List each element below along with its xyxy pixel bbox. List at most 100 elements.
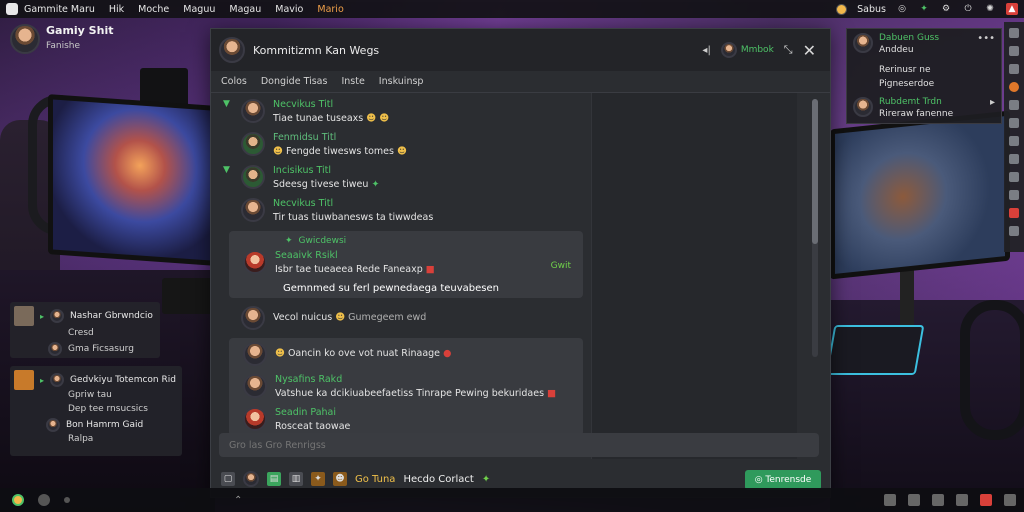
message-list[interactable]: ▼ Necvikus Titl Tiae tunae tuseaxs ☻ ☻ F… [217, 95, 589, 457]
tray-icon[interactable] [1004, 494, 1016, 506]
list-item[interactable]: Dabuen Guss Anddeu ••• [847, 29, 1001, 59]
gif-icon[interactable]: ▥ [289, 472, 303, 486]
window-icon[interactable] [1009, 28, 1019, 38]
menu-item-6[interactable]: Mavio [275, 4, 303, 15]
chevron-up-icon[interactable]: ⌃ [234, 495, 242, 506]
settings-icon[interactable]: ⚙ [940, 3, 952, 15]
right-chat-panel[interactable]: Dabuen Guss Anddeu ••• Rerinusr ne Pigne… [846, 28, 1002, 124]
image-icon[interactable]: ▤ [267, 472, 281, 486]
reaction-icon: ✦ [285, 236, 293, 246]
avatar [48, 342, 62, 356]
card-name: Nashar Gbrwndcio [70, 311, 153, 321]
avatar [241, 165, 265, 189]
tab-3[interactable]: Inste [341, 76, 364, 87]
list-item[interactable]: Rubdemt Trdn Rireraw fanenne ▸ [847, 93, 1001, 123]
list-item[interactable]: Seadin Pahai Rosceat taowae [229, 403, 583, 436]
side-reaction[interactable]: Gwit [551, 261, 571, 271]
notification-icon[interactable]: ▲ [1006, 3, 1018, 15]
menu-item-1[interactable]: Gammite Maru [24, 4, 95, 15]
close-icon[interactable]: ✕ [803, 41, 816, 60]
floating-chat-card-2[interactable]: ▸ Gedvkiyu Totemcon Rid Gpriw tau Dep te… [10, 366, 182, 456]
menu-item-7[interactable]: Mario [317, 4, 343, 15]
scrollbar-thumb[interactable] [812, 99, 818, 244]
user-profile[interactable]: Gamiy Shit Fanishe [10, 24, 113, 54]
chat-icon[interactable]: ◎ [896, 3, 908, 15]
list-item[interactable]: Necvikus Titl Tir tuas tiuwbanesws ta ti… [217, 194, 589, 227]
headset-right [960, 300, 1024, 440]
layers-icon[interactable] [1009, 100, 1019, 110]
tag-icon[interactable] [1009, 190, 1019, 200]
gear-icon[interactable]: ✺ [984, 3, 996, 15]
folder-icon[interactable] [1009, 172, 1019, 182]
attach-icon[interactable]: ▢ [221, 472, 235, 486]
tray-alert-icon[interactable] [980, 494, 992, 506]
menu-item-3[interactable]: Moche [138, 4, 169, 15]
start-icon[interactable] [12, 494, 24, 506]
globe-icon[interactable] [1009, 226, 1019, 236]
top-menu-bar: Gammite Maru Hik Moche Maguu Magau Mavio… [0, 0, 1024, 18]
card-name: Gedvkiyu Totemcon Rid [70, 375, 176, 385]
message-bubble[interactable]: ☻ Oancin ko ove vot nuat Rinaage ● Nysaf… [229, 338, 583, 436]
reaction-row[interactable]: ✦ Gwicdewsi [229, 231, 583, 246]
list-item[interactable]: ☻ Oancin ko ove vot nuat Rinaage ● [229, 338, 583, 370]
leaf-icon[interactable]: ✦ [482, 474, 490, 485]
power-icon[interactable]: ⏻ [962, 3, 974, 15]
list-item[interactable]: Nysafins Rakd Vatshue ka dcikiuabeefaeti… [229, 370, 583, 403]
mute-icon[interactable]: ◂| [702, 45, 710, 56]
more-icon[interactable]: ••• [977, 33, 995, 44]
message-input-bar[interactable] [219, 433, 819, 457]
list-item[interactable]: ▼ Necvikus Titl Tiae tunae tuseaxs ☻ ☻ [217, 95, 589, 128]
app-logo-icon[interactable] [6, 3, 18, 15]
star-icon[interactable] [1009, 154, 1019, 164]
tab-4[interactable]: Inskuinsp [379, 76, 424, 87]
monitor-left [48, 94, 216, 266]
floating-chat-card-1[interactable]: ▸ Nashar Gbrwndcio Cresd Gma Ficsasurg [10, 302, 160, 358]
arrow-icon[interactable]: ▸ [990, 97, 995, 108]
leaf-icon[interactable]: ✦ [918, 3, 930, 15]
panel-text: Rerinusr ne [879, 65, 931, 75]
menu-item-4[interactable]: Maguu [183, 4, 215, 15]
record-icon[interactable] [1009, 208, 1019, 218]
panel-name: Rubdemt Trdn [879, 97, 942, 107]
tab-2[interactable]: Dongide Tisas [261, 76, 328, 87]
alert-icon[interactable] [1009, 82, 1019, 92]
sticker-icon[interactable]: ✦ [311, 472, 325, 486]
tab-1[interactable]: Colos [221, 76, 247, 87]
avatar[interactable] [243, 471, 259, 487]
chat-icon[interactable] [1009, 118, 1019, 128]
toolbar-label-b[interactable]: Hecdo Corlact [403, 474, 473, 485]
list-item[interactable]: Rerinusr ne Pigneserdoe [847, 59, 1001, 93]
avatar[interactable] [219, 37, 245, 63]
chevron-down-icon: ▼ [223, 99, 230, 109]
panel-text: Rireraw fanenne [879, 109, 954, 119]
avatar[interactable] [10, 24, 40, 54]
chat-window: Kommitizmn Kan Wegs ◂| Mmbok ⤡ ✕ Colos D… [210, 28, 831, 498]
list-icon[interactable] [1009, 64, 1019, 74]
bell-icon[interactable] [1009, 136, 1019, 146]
menu-item-5[interactable]: Magau [229, 4, 261, 15]
tray-icon[interactable] [908, 494, 920, 506]
avatar [14, 306, 34, 326]
emoji-icon[interactable]: ☻ [333, 472, 347, 486]
list-item[interactable]: Vecol nuicus ☻ Gumegeem ewd [217, 302, 589, 334]
online-status[interactable]: Mmbok [720, 42, 774, 58]
grid-icon[interactable] [1009, 46, 1019, 56]
message-text: Fengde tiwesws tomes [285, 146, 394, 157]
dot-icon[interactable] [64, 497, 70, 503]
minimize-icon[interactable]: ⤡ [784, 43, 793, 57]
status-dropdown[interactable]: Sabus [857, 4, 886, 15]
message-bubble[interactable]: ✦ Gwicdewsi Seaaivk Rsikl Isbr tae tueae… [229, 231, 583, 298]
status-icon[interactable] [836, 3, 848, 15]
tray-icon[interactable] [956, 494, 968, 506]
list-item[interactable]: ▼ Incisikus Titl Sdeesg tivese tiweu ✦ [217, 161, 589, 194]
tray-icon[interactable] [932, 494, 944, 506]
send-button[interactable]: ◎ Tenrensde [745, 470, 821, 490]
online-label: Mmbok [740, 45, 774, 55]
tray-icon[interactable] [884, 494, 896, 506]
menu-item-2[interactable]: Hik [109, 4, 124, 15]
list-item[interactable]: Fenmidsu Titl ☻ Fengde tiwesws tomes ☻ [217, 128, 589, 161]
chat-icon[interactable] [38, 494, 50, 506]
message-input[interactable] [229, 439, 809, 451]
list-item[interactable]: Seaaivk Rsikl Isbr tae tueaeea Rede Fane… [229, 246, 583, 279]
toolbar-label-a[interactable]: Go Tuna [355, 474, 395, 485]
